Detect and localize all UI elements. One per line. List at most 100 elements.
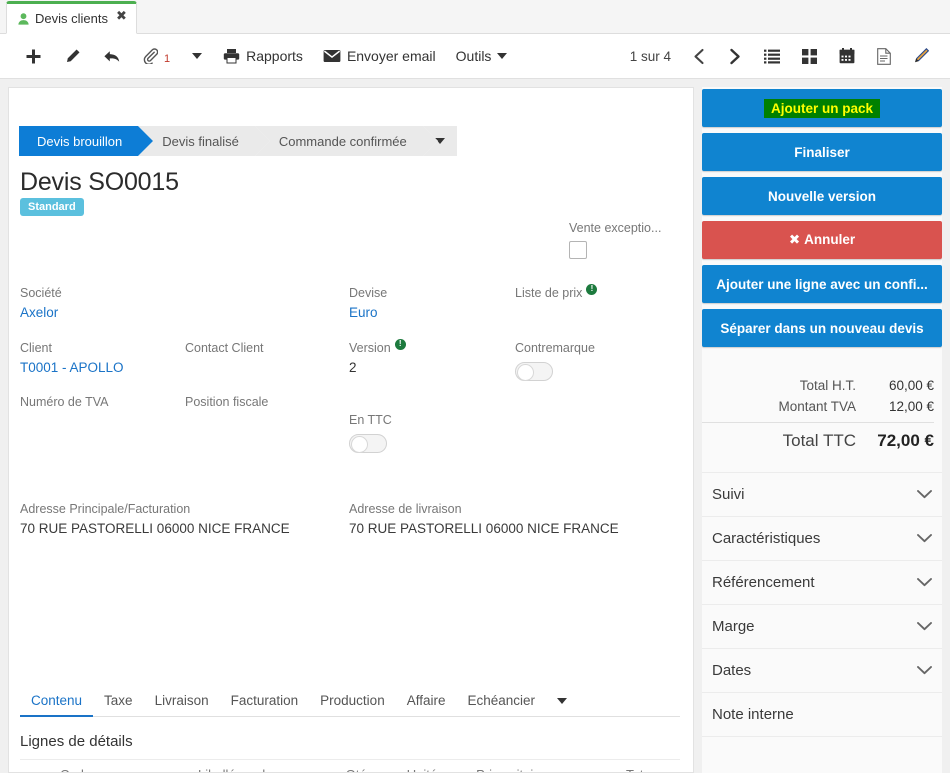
col-header-prix-unitaire[interactable]: Prix unitaire... (470, 759, 621, 772)
view-cards-button[interactable] (791, 34, 828, 78)
status-step-label: Devis finalisé (162, 133, 239, 149)
plus-icon (26, 49, 41, 63)
envelope-icon (323, 50, 341, 62)
col-header-icon (20, 759, 54, 772)
add-configured-line-label: Ajouter une ligne avec un confi... (716, 276, 928, 292)
col-header-qte[interactable]: Qté (339, 759, 401, 772)
add-pack-button[interactable]: Ajouter un pack (702, 89, 942, 127)
accordion-marge[interactable]: Marge (702, 604, 942, 648)
toolbar-dropdown-button[interactable] (181, 34, 213, 78)
status-step-devis-brouillon[interactable]: Devis brouillon (19, 126, 154, 156)
tab-facturation[interactable]: Facturation (220, 693, 310, 716)
field-label: Contremarque (515, 341, 595, 355)
devise-value[interactable]: Euro (349, 305, 387, 320)
field-label: Vente exceptio... (569, 221, 662, 235)
chevron-left-icon (694, 48, 704, 64)
status-step-commande-confirmee[interactable]: Commande confirmée (254, 126, 438, 156)
previous-record-button[interactable] (681, 34, 717, 78)
col-header-libelle[interactable]: Libellé prod... (192, 759, 340, 772)
accordion-label: Caractéristiques (712, 530, 821, 547)
tab-label: Echéancier (467, 693, 536, 708)
tab-livraison[interactable]: Livraison (144, 693, 220, 716)
accordion-label: Dates (712, 662, 752, 679)
societe-value[interactable]: Axelor (20, 305, 62, 320)
app-tab-label: Devis clients (35, 11, 108, 26)
table-header-row: Code Libellé prod... Qté Unité Prix unit… (20, 759, 680, 772)
vente-exceptionnelle-checkbox[interactable] (569, 241, 587, 259)
field-label: Contact Client (185, 341, 264, 355)
contremarque-toggle[interactable] (515, 362, 553, 381)
lines-section: Lignes de détails Code Libellé prod... Q… (20, 733, 680, 772)
attachments-button[interactable]: 1 (132, 34, 181, 78)
finalize-button[interactable]: Finaliser (702, 133, 942, 171)
tab-label: Livraison (154, 693, 209, 708)
adresse-facturation-value[interactable]: 70 RUE PASTORELLI 06000 NICE FRANCE (20, 521, 290, 536)
lines-table: Code Libellé prod... Qté Unité Prix unit… (20, 759, 680, 772)
view-report-button[interactable] (866, 34, 902, 78)
side-accordion-list: Suivi Caractéristiques Référencement Mar… (702, 472, 942, 737)
edit-record-button[interactable] (53, 34, 92, 78)
field-label: Liste de prix ! (515, 283, 598, 300)
client-value[interactable]: T0001 - APOLLO (20, 360, 124, 375)
reports-button[interactable]: Rapports (213, 34, 313, 78)
new-version-label: Nouvelle version (767, 188, 877, 204)
field-label-text: Liste de prix (515, 286, 583, 300)
accordion-referencement[interactable]: Référencement (702, 560, 942, 604)
en-ttc-toggle[interactable] (349, 434, 387, 453)
col-header-unite[interactable]: Unité (400, 759, 471, 772)
accordion-label: Note interne (712, 706, 794, 723)
cancel-button[interactable]: ✖ Annuler (702, 221, 942, 259)
accordion-caracteristiques[interactable]: Caractéristiques (702, 516, 942, 560)
total-ttc-row: Total TTC 72,00 € (702, 422, 934, 454)
tab-overflow-button[interactable] (546, 692, 578, 716)
field-label: Adresse Principale/Facturation (20, 502, 191, 516)
chevron-down-icon (917, 666, 932, 675)
split-into-new-quote-button[interactable]: Séparer dans un nouveau devis (702, 309, 942, 347)
col-header-total[interactable]: Tota (620, 759, 680, 772)
field-label-text: Version (349, 341, 391, 355)
paperclip-icon (143, 48, 158, 64)
chevron-down-icon (557, 698, 568, 704)
accordion-dates[interactable]: Dates (702, 648, 942, 692)
accordion-note-interne[interactable]: Note interne (702, 692, 942, 737)
person-icon (18, 12, 29, 25)
printer-icon (223, 49, 240, 64)
status-step-devis-finalise[interactable]: Devis finalisé (138, 126, 270, 156)
pen-icon (915, 47, 929, 62)
next-record-button[interactable] (717, 34, 753, 78)
field-label: Devise (349, 286, 388, 300)
document-view-icon (877, 47, 891, 65)
field-label: Société (20, 286, 62, 300)
accordion-label: Suivi (712, 486, 745, 503)
close-icon[interactable]: ✖ (116, 9, 127, 22)
accordion-label: Marge (712, 618, 755, 635)
new-version-button[interactable]: Nouvelle version (702, 177, 942, 215)
send-email-button[interactable]: Envoyer email (313, 34, 446, 78)
view-calendar-button[interactable] (828, 34, 866, 78)
accordion-suivi[interactable]: Suivi (702, 472, 942, 516)
info-icon[interactable]: ! (394, 338, 406, 350)
undo-button[interactable] (92, 34, 132, 78)
total-ttc-value: 72,00 € (877, 431, 934, 450)
tools-menu-button[interactable]: Outils (446, 34, 518, 78)
tab-production[interactable]: Production (309, 693, 396, 716)
chevron-down-icon (917, 578, 932, 587)
adresse-livraison-value[interactable]: 70 RUE PASTORELLI 06000 NICE FRANCE (349, 521, 619, 536)
attachment-count: 1 (164, 53, 171, 65)
chevron-down-icon (917, 622, 932, 631)
col-header-code[interactable]: Code (54, 759, 193, 772)
add-configured-line-button[interactable]: Ajouter une ligne avec un confi... (702, 265, 942, 303)
view-list-button[interactable] (753, 34, 791, 78)
view-pen-button[interactable] (902, 34, 940, 78)
tab-affaire[interactable]: Affaire (396, 693, 457, 716)
chevron-right-icon (730, 48, 740, 64)
tab-echeancier[interactable]: Echéancier (456, 693, 546, 716)
tab-label: Taxe (104, 693, 133, 708)
app-tab-devis-clients[interactable]: Devis clients ✖ (6, 1, 137, 34)
field-contact-client: Contact Client (185, 341, 264, 360)
info-icon[interactable]: ! (586, 283, 598, 295)
new-record-button[interactable] (14, 34, 53, 78)
chevron-down-icon (917, 490, 932, 499)
tab-contenu[interactable]: Contenu (20, 693, 94, 717)
tab-taxe[interactable]: Taxe (93, 693, 144, 716)
